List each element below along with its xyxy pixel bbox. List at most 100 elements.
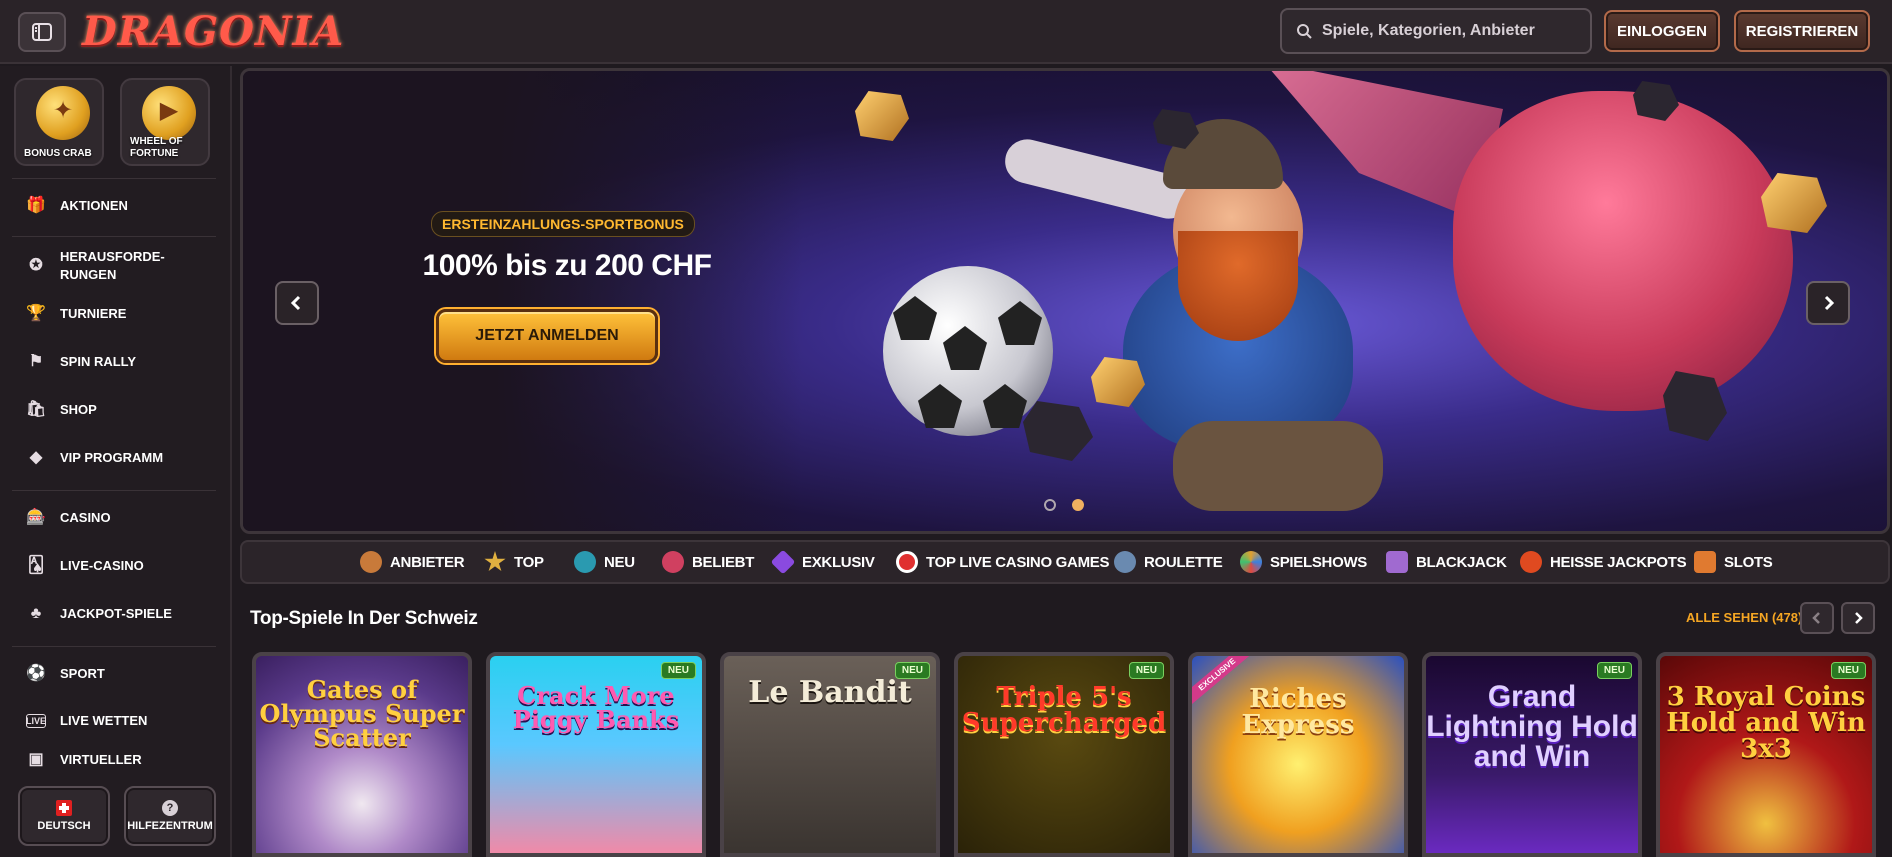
sidebar-item-turniere[interactable]: 🏆 TURNIERE xyxy=(26,304,126,324)
star-icon xyxy=(484,551,506,572)
rocket-icon xyxy=(662,551,684,573)
category-label: HEISSE JACKPOTS xyxy=(1550,553,1687,571)
virtual-icon: ▣ xyxy=(28,751,44,768)
promo-label: WHEEL OF FORTUNE xyxy=(130,136,183,159)
sidebar-item-spin-rally[interactable]: ⚑ SPIN RALLY xyxy=(26,352,136,372)
sidebar-item-label: LIVE-CASINO xyxy=(60,558,144,573)
category-blackjack[interactable]: BLACKJACK xyxy=(1386,542,1507,582)
promo-label: BONUS CRAB xyxy=(24,148,92,159)
gift-icon: 🎁 xyxy=(26,197,46,214)
game-card[interactable]: NEU Grand Lightning Hold and Win xyxy=(1422,652,1642,857)
category-top[interactable]: TOP xyxy=(484,542,544,582)
sidebar-item-sport[interactable]: ⚽ SPORT xyxy=(26,664,105,684)
search-box[interactable] xyxy=(1280,8,1592,54)
divider xyxy=(12,178,216,179)
carousel-dot[interactable] xyxy=(1044,499,1056,511)
top-bar: DRAGONIA EINLOGGEN REGISTRIEREN xyxy=(0,0,1892,64)
sidebar-item-label: CASINO xyxy=(60,510,111,525)
fire-icon xyxy=(1520,551,1542,573)
carousel-dot-active[interactable] xyxy=(1072,499,1084,511)
carousel-next-button[interactable] xyxy=(1806,281,1850,325)
hero-banner[interactable]: ERSTEINZAHLUNGS-SPORTBONUS 100% bis zu 2… xyxy=(240,68,1890,534)
roulette-icon xyxy=(1114,551,1136,573)
sidebar-item-jackpot-spiele[interactable]: ♣ JACKPOT-SPIELE xyxy=(26,604,172,624)
crab-coin-icon: ✦ xyxy=(36,86,90,140)
slot-machine-icon: 🎰 xyxy=(26,509,46,526)
football-art xyxy=(883,266,1053,436)
carousel-prev-button[interactable] xyxy=(275,281,319,325)
game-card[interactable]: NEU Triple 5's Supercharged xyxy=(954,652,1174,857)
game-card[interactable]: NEU Crack More Piggy Banks xyxy=(486,652,706,857)
games-prev-button[interactable] xyxy=(1800,602,1834,634)
game-title: Grand Lightning Hold and Win xyxy=(1426,680,1638,773)
category-top-live-casino-games[interactable]: TOP LIVE CASINO GAMES xyxy=(896,542,1109,582)
playing-cards-icon xyxy=(1386,551,1408,573)
game-card[interactable]: Gates of Olympus Super Scatter xyxy=(252,652,472,857)
game-title: Triple 5's Supercharged xyxy=(961,682,1167,738)
sidebar-item-label: AKTIONEN xyxy=(60,198,128,213)
sidebar-item-herausforderungen[interactable]: ✪ HERAUSFORDE-RUNGEN xyxy=(26,248,164,284)
new-badge: NEU xyxy=(1128,662,1164,679)
promo-tile-wheel-of-fortune[interactable]: ▶ WHEEL OF FORTUNE xyxy=(120,78,210,166)
sidebar-item-virtueller[interactable]: ▣ VIRTUELLER xyxy=(26,750,141,770)
category-label: SLOTS xyxy=(1724,553,1773,571)
sidebar-item-live-wetten[interactable]: LIVE LIVE WETTEN xyxy=(26,712,147,730)
sidebar-item-label: SPIN RALLY xyxy=(60,354,137,369)
sidebar-toggle-button[interactable] xyxy=(18,12,66,52)
login-button[interactable]: EINLOGGEN xyxy=(1604,10,1720,52)
divider xyxy=(12,490,216,491)
sidebar-item-casino[interactable]: 🎰 CASINO xyxy=(26,508,111,528)
category-heisse-jackpots[interactable]: HEISSE JACKPOTS xyxy=(1520,542,1687,582)
badge-icon: ✪ xyxy=(29,257,43,274)
category-roulette[interactable]: ROULETTE xyxy=(1114,542,1223,582)
register-button[interactable]: REGISTRIEREN xyxy=(1734,10,1870,52)
search-input[interactable] xyxy=(1322,22,1582,40)
game-card[interactable]: NEU Le Bandit xyxy=(720,652,940,857)
language-button[interactable]: DEUTSCH xyxy=(18,786,110,846)
category-beliebt[interactable]: BELIEBT xyxy=(662,542,754,582)
hero-overlay xyxy=(243,71,803,531)
game-card[interactable]: EXCLUSIVE Riches Express xyxy=(1188,652,1408,857)
sidebar: ✦ BONUS CRAB ▶ WHEEL OF FORTUNE 🎁 AKTION… xyxy=(0,66,232,857)
chevron-left-icon xyxy=(1812,612,1820,624)
help-icon: ? xyxy=(162,800,178,816)
slot-machine-icon xyxy=(1694,551,1716,573)
swiss-flag-icon xyxy=(56,800,72,816)
provider-icon xyxy=(360,551,382,573)
search-icon xyxy=(1297,24,1312,39)
category-bar: ANBIETER TOP NEU BELIEBT EXKLUSIV TOP LI… xyxy=(240,540,1890,584)
game-card[interactable]: NEU 3 Royal Coins Hold and Win 3x3 xyxy=(1656,652,1876,857)
language-label: DEUTSCH xyxy=(37,820,91,832)
trophy-icon: 🏆 xyxy=(26,305,46,322)
globe-icon xyxy=(574,551,596,573)
sidebar-item-aktionen[interactable]: 🎁 AKTIONEN xyxy=(26,196,128,216)
sidebar-item-vip-programm[interactable]: ◆ VIP PROGRAMM xyxy=(26,448,163,468)
sidebar-item-shop[interactable]: 🛍 SHOP xyxy=(26,400,97,420)
sidebar-item-label: TURNIERE xyxy=(60,306,127,321)
new-badge: NEU xyxy=(1830,662,1866,679)
cards-icon: 🂡 xyxy=(27,557,45,574)
category-anbieter[interactable]: ANBIETER xyxy=(360,542,465,582)
sidebar-item-live-casino[interactable]: 🂡 LIVE-CASINO xyxy=(26,556,144,576)
gold-nugget-art xyxy=(855,91,909,141)
category-neu[interactable]: NEU xyxy=(574,542,635,582)
game-title: Le Bandit xyxy=(748,675,912,710)
register-now-button[interactable]: JETZT ANMELDEN xyxy=(436,309,658,363)
category-label: BELIEBT xyxy=(692,553,755,571)
category-label: SPIELSHOWS xyxy=(1270,553,1368,571)
sidebar-item-label: VIP PROGRAMM xyxy=(60,450,164,465)
promo-tile-bonus-crab[interactable]: ✦ BONUS CRAB xyxy=(14,78,104,166)
category-spielshows[interactable]: SPIELSHOWS xyxy=(1240,542,1367,582)
category-exklusiv[interactable]: EXKLUSIV xyxy=(770,542,875,582)
see-all-link[interactable]: ALLE SEHEN (478) xyxy=(1686,610,1802,625)
hero-kicker: ERSTEINZAHLUNGS-SPORTBONUS xyxy=(431,211,695,237)
game-title: Riches Express xyxy=(1241,684,1355,740)
category-slots[interactable]: SLOTS xyxy=(1694,542,1773,582)
logo[interactable]: DRAGONIA xyxy=(82,8,344,55)
chevron-left-icon xyxy=(290,295,301,311)
basketball-icon: ⚽ xyxy=(26,665,46,682)
help-center-button[interactable]: ? HILFEZENTRUM xyxy=(124,786,216,846)
games-next-button[interactable] xyxy=(1841,602,1875,634)
wheel-icon xyxy=(1240,551,1262,573)
sidebar-item-label: JACKPOT-SPIELE xyxy=(60,606,172,621)
